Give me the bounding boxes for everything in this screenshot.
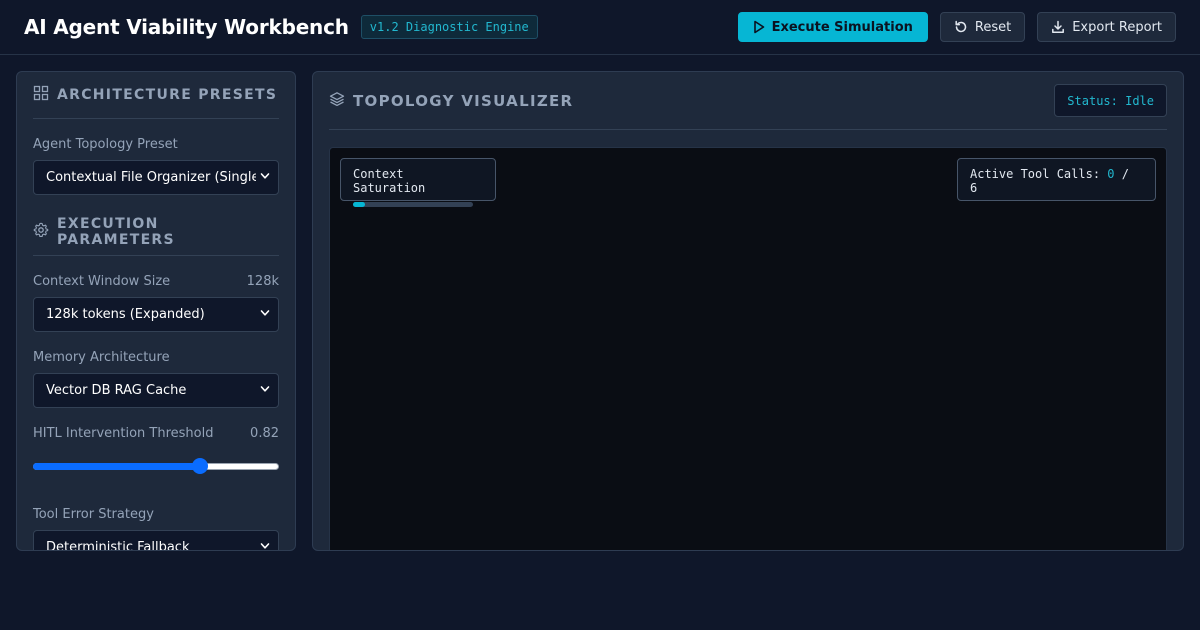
tool-error-label: Tool Error Strategy [33,507,154,522]
architecture-presets-header: ARCHITECTURE PRESETS [33,72,279,119]
execute-simulation-button[interactable]: Execute Simulation [737,12,928,42]
play-icon [753,20,765,34]
hitl-threshold-value: 0.82 [250,426,279,441]
memory-architecture-label: Memory Architecture [33,350,170,365]
context-window-select[interactable]: 128k tokens (Expanded) [33,297,279,332]
tool-calls-total: 6 [970,181,978,195]
execute-simulation-label: Execute Simulation [771,19,913,35]
app-title: AI Agent Viability Workbench [24,15,349,39]
visualizer-title: TOPOLOGY VISUALIZER [353,91,574,110]
slider-fill [33,463,200,470]
tool-calls-label: Active Tool Calls: [970,167,1101,181]
context-saturation-fill [353,202,365,207]
slider-thumb[interactable] [192,458,208,474]
hitl-threshold-label: HITL Intervention Threshold [33,426,214,441]
chevron-down-icon [260,307,270,322]
export-report-button[interactable]: Export Report [1037,12,1176,42]
topology-field-row: Agent Topology Preset [33,137,279,152]
topology-preset-select[interactable]: Contextual File Organizer (Single-Pass) [33,160,279,195]
reset-button[interactable]: Reset [939,12,1026,42]
execution-parameters-title: EXECUTION PARAMETERS [57,216,175,248]
architecture-presets-title: ARCHITECTURE PRESETS [57,87,278,103]
tool-calls-card: Active Tool Calls: 0 / 6 [957,158,1156,201]
chevron-down-icon [260,383,270,398]
grid-icon [33,85,49,105]
execution-parameters-header: EXECUTION PARAMETERS [33,209,279,256]
topology-canvas[interactable]: Context Saturation Active Tool Calls: 0 … [329,147,1167,550]
reset-icon [954,20,968,34]
chevron-down-icon [260,540,270,550]
status-badge: Status: Idle [1054,84,1167,117]
header-actions: Execute Simulation Reset Export Report [737,12,1176,42]
context-window-value: 128k [246,274,279,289]
tool-error-select[interactable]: Deterministic Fallback [33,530,279,551]
hitl-threshold-slider[interactable] [33,457,279,475]
topology-preset-value: Contextual File Organizer (Single-Pass) [46,170,256,185]
tool-error-value: Deterministic Fallback [46,540,190,551]
context-saturation-card: Context Saturation [340,158,496,207]
context-window-label: Context Window Size [33,274,171,289]
context-window-row: Context Window Size 128k [33,274,279,289]
visualizer-header: TOPOLOGY VISUALIZER Status: Idle [329,72,1167,130]
visualizer-panel: TOPOLOGY VISUALIZER Status: Idle Context… [312,71,1184,551]
config-panel: ARCHITECTURE PRESETS Agent Topology Pres… [16,71,296,551]
tool-error-row: Tool Error Strategy [33,507,279,522]
context-saturation-bar [353,202,473,207]
version-badge: v1.2 Diagnostic Engine [360,15,538,39]
context-saturation-label: Context Saturation [353,167,426,195]
export-report-label: Export Report [1072,19,1162,35]
hitl-threshold-row: HITL Intervention Threshold 0.82 [33,426,279,441]
memory-architecture-select[interactable]: Vector DB RAG Cache [33,373,279,408]
topology-label: Agent Topology Preset [33,137,178,152]
tool-calls-separator: / [1121,167,1129,181]
layers-icon [329,91,345,111]
reset-label: Reset [974,19,1012,35]
context-window-select-value: 128k tokens (Expanded) [46,307,205,322]
memory-architecture-value: Vector DB RAG Cache [46,383,187,398]
chevron-down-icon [260,170,270,185]
gear-icon [33,222,49,242]
app-header: AI Agent Viability Workbench v1.2 Diagno… [0,0,1200,55]
download-icon [1051,20,1065,34]
tool-calls-active: 0 [1107,167,1115,181]
memory-architecture-row: Memory Architecture [33,350,279,365]
